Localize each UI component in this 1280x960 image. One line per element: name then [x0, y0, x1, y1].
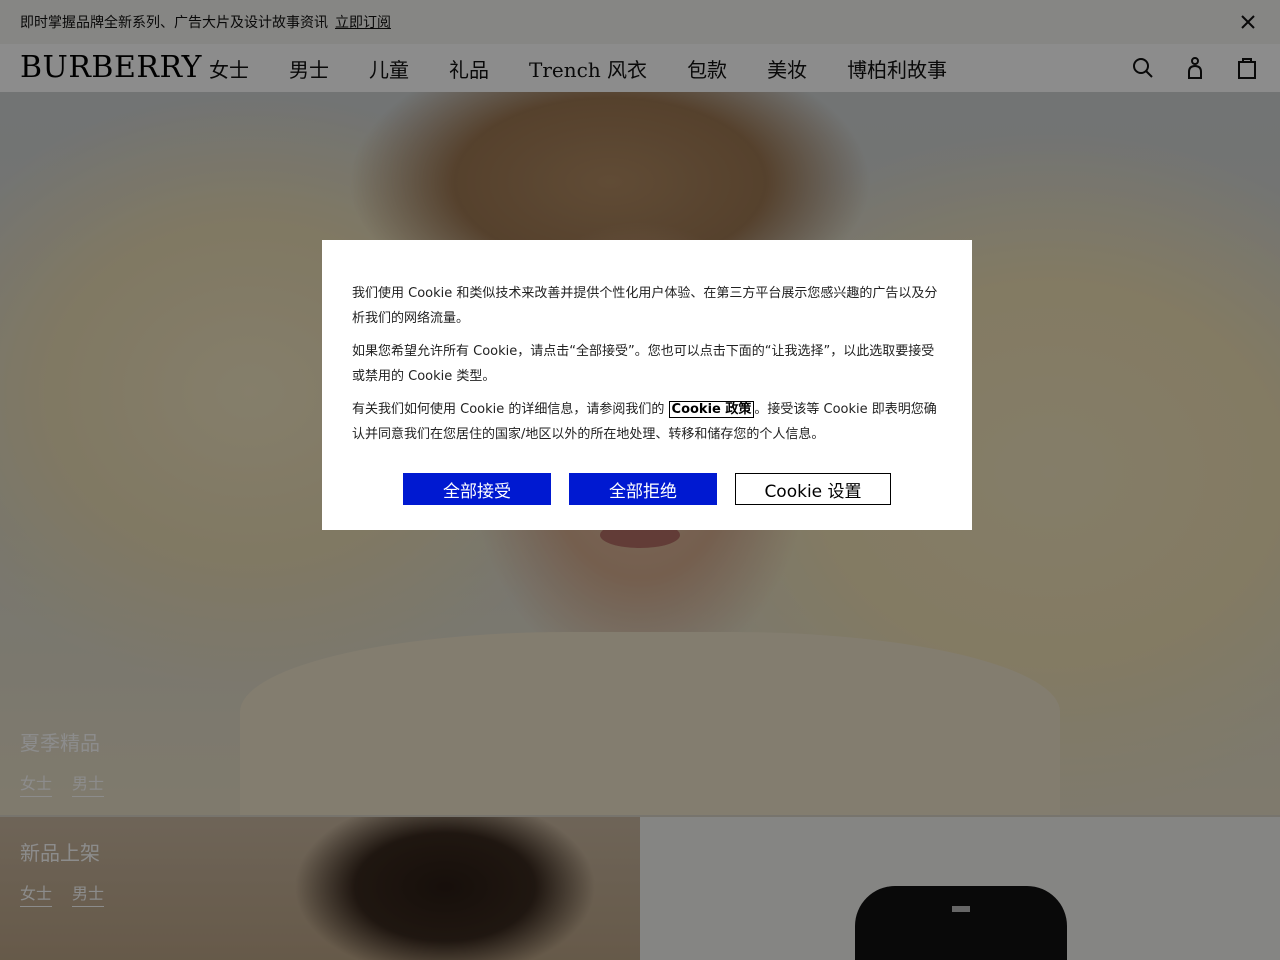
- cookie-settings-button[interactable]: Cookie 设置: [735, 473, 891, 505]
- cookie-consent-dialog: 我们使用 Cookie 和类似技术来改善并提供个性化用户体验、在第三方平台展示您…: [322, 240, 972, 530]
- cookie-paragraph-1: 我们使用 Cookie 和类似技术来改善并提供个性化用户体验、在第三方平台展示您…: [352, 286, 938, 326]
- cookie-paragraph-2: 如果您希望允许所有 Cookie，请点击“全部接受”。您也可以点击下面的“让我选…: [352, 344, 935, 384]
- reject-all-button[interactable]: 全部拒绝: [569, 473, 717, 505]
- cookie-policy-link[interactable]: Cookie 政策: [668, 401, 755, 418]
- accept-all-button[interactable]: 全部接受: [403, 473, 551, 505]
- cookie-paragraph-3: 有关我们如何使用 Cookie 的详细信息，请参阅我们的 Cookie 政策 。接…: [352, 398, 942, 447]
- cookie-buttons: 全部接受 全部拒绝 Cookie 设置: [403, 473, 891, 505]
- cookie-paragraph-3-start: 有关我们如何使用 Cookie 的详细信息，请参阅我们的: [352, 402, 665, 417]
